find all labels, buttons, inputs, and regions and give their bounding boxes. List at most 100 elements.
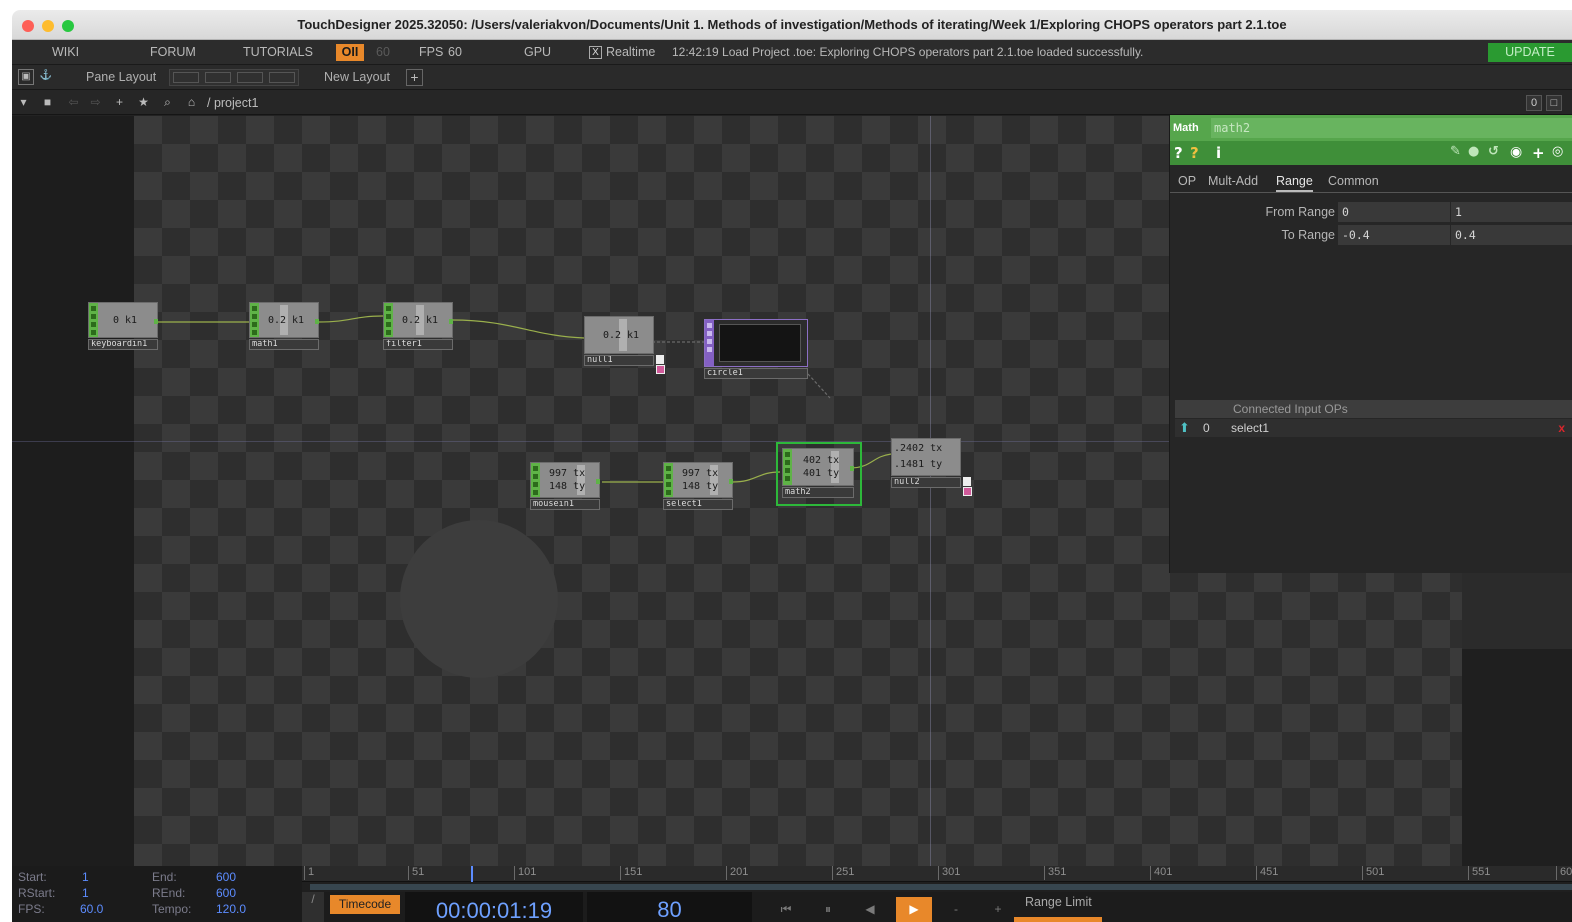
forum-link[interactable]: FORUM xyxy=(150,45,196,59)
node-value-tx: 997 tx xyxy=(682,468,719,479)
node-value-tx: 402 tx xyxy=(803,455,840,466)
maximize-pane-icon[interactable]: □ xyxy=(1546,95,1562,111)
step-plus-button[interactable]: + xyxy=(980,897,1016,922)
from-range-min-field[interactable]: 0 xyxy=(1338,202,1450,222)
python-help-icon[interactable]: ? xyxy=(1190,144,1199,162)
ruler-tick: 401 xyxy=(1150,866,1172,880)
node-viewer-flag[interactable] xyxy=(963,477,971,486)
step-minus-button[interactable]: - xyxy=(938,897,974,922)
node-inlet[interactable] xyxy=(531,463,540,497)
reset-icon[interactable]: ↺ xyxy=(1488,144,1499,159)
tab-op[interactable]: OP xyxy=(1178,174,1196,188)
info-icon[interactable]: i xyxy=(1216,144,1221,162)
node-value: 0.2 k1 xyxy=(401,315,439,326)
node-inlet[interactable] xyxy=(705,320,714,366)
fps-value[interactable]: 60.0 xyxy=(80,902,103,916)
timeline-toggle[interactable]: / xyxy=(302,892,324,922)
stop-icon[interactable]: ■ xyxy=(40,95,55,110)
update-button[interactable]: UPDATE xyxy=(1488,43,1572,62)
oi-toggle-button[interactable]: OII xyxy=(336,44,364,61)
timecode-display[interactable]: 00:00:01:19 xyxy=(405,892,583,922)
node-preview xyxy=(719,324,801,362)
parameter-tabs: OP Mult-Add Range Common xyxy=(1170,171,1572,193)
settings-icon[interactable]: ◎ xyxy=(1552,144,1563,159)
new-layout-label: New Layout xyxy=(324,70,391,84)
step-back-button[interactable]: ◀ xyxy=(852,897,888,922)
node-label[interactable]: null2 xyxy=(891,477,961,488)
rstart-value[interactable]: 1 xyxy=(82,886,89,900)
node-label[interactable]: filter1 xyxy=(383,339,453,350)
zoom-level[interactable]: 0 xyxy=(1526,95,1542,111)
node-label[interactable]: select1 xyxy=(663,499,733,510)
ruler-tick: 101 xyxy=(514,866,536,880)
to-range-min-field[interactable]: -0.4 xyxy=(1338,225,1450,245)
dropdown-arrow-icon[interactable]: ▾ xyxy=(16,95,31,110)
rewind-button[interactable]: ⏮ xyxy=(768,897,804,922)
input-name[interactable]: select1 xyxy=(1231,419,1269,437)
add-icon[interactable]: + xyxy=(112,95,127,110)
connected-input-row[interactable]: ⬆ 0 select1 x xyxy=(1175,419,1572,437)
remove-input-icon[interactable]: x xyxy=(1558,419,1565,437)
range-limit-toggle[interactable] xyxy=(1014,917,1102,922)
rend-value[interactable]: 600 xyxy=(216,886,236,900)
realtime-checkbox[interactable]: X xyxy=(589,46,602,59)
end-value[interactable]: 600 xyxy=(216,870,236,884)
tab-common[interactable]: Common xyxy=(1328,174,1379,188)
comment-icon[interactable]: ● xyxy=(1468,144,1479,159)
node-label[interactable]: math1 xyxy=(249,339,319,350)
forward-arrow-icon[interactable]: ⇨ xyxy=(88,95,103,110)
node-label[interactable]: mousein1 xyxy=(530,499,600,510)
to-range-max-field[interactable]: 0.4 xyxy=(1451,225,1572,245)
node-null2[interactable]: .2402 tx .1481 ty null2 xyxy=(891,438,977,500)
start-value[interactable]: 1 xyxy=(82,870,89,884)
home-icon[interactable]: ⌂ xyxy=(184,95,199,110)
wire-select1-math2 xyxy=(731,471,781,483)
pane-layout-slots[interactable] xyxy=(169,69,299,86)
node-math1[interactable]: 0.2 k1 math1 xyxy=(249,302,319,352)
add-parameter-icon[interactable]: + xyxy=(1532,144,1545,162)
play-button[interactable]: ▶ xyxy=(896,897,932,922)
node-select1[interactable]: 997 tx 148 ty select1 xyxy=(663,462,733,512)
pane-image-icon[interactable]: ▣ xyxy=(18,69,34,85)
node-math2[interactable]: 402 tx 401 ty math2 xyxy=(782,448,856,500)
network-path[interactable]: / project1 xyxy=(207,96,258,110)
edit-icon[interactable]: ✎ xyxy=(1450,144,1461,159)
from-range-max-field[interactable]: 1 xyxy=(1451,202,1572,222)
node-label[interactable]: circle1 xyxy=(704,368,808,379)
tab-mult-add[interactable]: Mult-Add xyxy=(1208,174,1258,188)
node-label[interactable]: null1 xyxy=(584,355,654,366)
python-icon[interactable]: ◉ xyxy=(1510,144,1522,160)
wiki-link[interactable]: WIKI xyxy=(52,45,79,59)
gpu-button[interactable]: GPU xyxy=(524,45,551,59)
tutorials-link[interactable]: TUTORIALS xyxy=(243,45,313,59)
pause-button[interactable]: ⏸ xyxy=(810,897,846,922)
param-row-to-range: To Range -0.4 0.4 xyxy=(1170,225,1572,245)
timecode-mode-button[interactable]: Timecode xyxy=(330,895,400,914)
back-arrow-icon[interactable]: ⇦ xyxy=(66,95,81,110)
node-label[interactable]: math2 xyxy=(782,487,854,498)
star-icon[interactable]: ★ xyxy=(136,95,151,110)
node-inlet[interactable] xyxy=(664,463,673,497)
node-export-flag[interactable] xyxy=(963,487,972,496)
node-keyboardin1[interactable]: 0 k1 keyboardin1 xyxy=(88,302,158,352)
tempo-value[interactable]: 120.0 xyxy=(216,902,246,916)
timeline-ruler[interactable]: 1 51 101 151 201 251 301 351 401 451 501… xyxy=(302,866,1572,882)
param-label: To Range xyxy=(1281,228,1335,242)
anchor-icon[interactable]: ⚓ xyxy=(38,69,54,85)
node-viewer-flag[interactable] xyxy=(656,355,664,364)
operator-name-field[interactable]: math2 xyxy=(1211,118,1572,138)
node-null1[interactable]: 0.2 k1 null1 xyxy=(584,316,668,376)
search-icon[interactable]: ⌕ xyxy=(160,95,175,110)
timeline-range-bar[interactable] xyxy=(302,882,1572,892)
navigate-up-icon[interactable]: ⬆ xyxy=(1179,419,1190,437)
add-layout-button[interactable]: + xyxy=(406,69,423,86)
node-inlet[interactable] xyxy=(783,449,792,485)
node-export-flag[interactable] xyxy=(656,365,665,374)
tab-range[interactable]: Range xyxy=(1276,174,1313,192)
node-filter1[interactable]: 0.2 k1 filter1 xyxy=(383,302,453,352)
node-circle1[interactable]: circle1 xyxy=(704,319,810,379)
node-label[interactable]: keyboardin1 xyxy=(88,339,158,350)
frame-display[interactable]: 80 xyxy=(587,892,752,922)
node-mousein1[interactable]: 997 tx 148 ty mousein1 xyxy=(530,462,600,512)
help-icon[interactable]: ? xyxy=(1174,144,1183,162)
